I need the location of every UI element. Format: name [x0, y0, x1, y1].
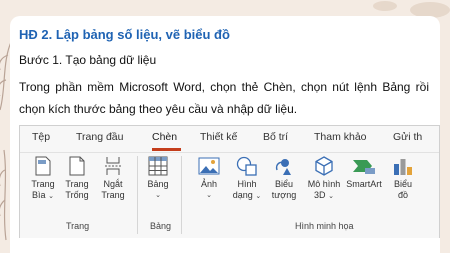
3d-model-icon: [315, 156, 333, 176]
blank-page-icon: [69, 156, 85, 176]
blank-page-button[interactable]: Trang Trống: [62, 156, 92, 201]
smartart-button[interactable]: SmartArt: [342, 156, 386, 190]
activity-heading: HĐ 2. Lập bảng số liệu, vẽ biểu đồ: [19, 27, 230, 42]
chevron-down-icon: ⌄: [206, 192, 212, 199]
tab-file[interactable]: Tệp: [32, 131, 50, 143]
chart-icon: [394, 159, 412, 175]
step-label: Bước 1. Tạo bảng dữ liệu: [19, 53, 157, 67]
shapes-button[interactable]: Hình dạng ⌄: [230, 156, 264, 202]
page-break-icon: [105, 157, 121, 175]
chevron-down-icon: ⌄: [48, 193, 54, 200]
icons-icon: [275, 159, 291, 175]
page-break-button[interactable]: Ngắt Trang: [97, 156, 129, 201]
chevron-down-icon: ⌄: [255, 193, 262, 200]
cover-page-button[interactable]: Trang Bìa ⌄: [28, 156, 58, 202]
tab-references[interactable]: Tham khảo: [314, 131, 367, 143]
chart-button[interactable]: Biểu đồ: [390, 156, 416, 201]
group-label-tables: Bảng: [150, 221, 172, 231]
pictures-button[interactable]: Ảnh ⌄: [195, 156, 223, 201]
icons-button[interactable]: Biểu tượng: [268, 156, 300, 201]
group-label-pages: Trang: [66, 221, 90, 231]
group-label-illustrations: Hình minh họa: [295, 221, 354, 231]
picture-icon: [198, 157, 220, 175]
instruction-paragraph: Trong phần mềm Microsoft Word, chọn thẻ …: [19, 80, 429, 116]
smartart-icon: [353, 160, 375, 174]
tab-mailings[interactable]: Gửi th: [393, 131, 422, 143]
ribbon-tabs: Tệp Trang đầu Chèn Thiết kế Bố trí Tham …: [20, 126, 439, 153]
table-icon: [148, 156, 168, 176]
chevron-down-icon: ⌄: [328, 193, 334, 200]
tabs-divider: [20, 152, 439, 153]
tab-layout[interactable]: Bố trí: [263, 131, 288, 143]
tab-home[interactable]: Trang đầu: [76, 131, 123, 143]
group-separator: [181, 156, 182, 234]
active-tab-indicator: [152, 148, 181, 151]
cover-page-icon: [35, 156, 51, 176]
chevron-down-icon: ⌄: [155, 192, 161, 199]
3d-models-button[interactable]: Mô hình 3D ⌄: [304, 156, 344, 202]
tab-design[interactable]: Thiết kế: [200, 131, 237, 143]
group-separator: [137, 156, 138, 234]
word-ribbon: Tệp Trang đầu Chèn Thiết kế Bố trí Tham …: [19, 125, 440, 238]
table-button[interactable]: Bảng ⌄: [143, 156, 173, 201]
tab-insert[interactable]: Chèn: [152, 131, 177, 143]
shapes-icon: [236, 156, 257, 176]
